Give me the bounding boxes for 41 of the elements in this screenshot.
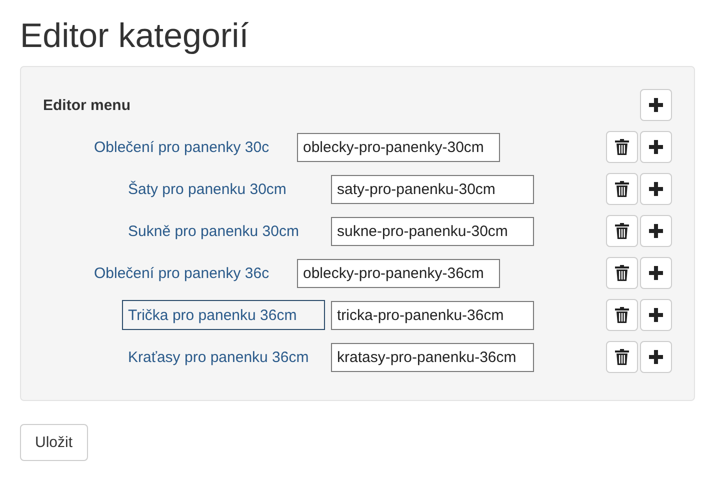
slug-field[interactable]: kratasy-pro-panenku-36cm	[331, 342, 534, 372]
category-name-field[interactable]: Trička pro panenku 36cm	[122, 300, 325, 330]
add-button[interactable]	[640, 257, 672, 289]
plus-icon	[648, 307, 664, 323]
category-name-field[interactable]: Kraťasy pro panenku 36cm	[122, 342, 325, 372]
category-name-field[interactable]: Oblečení pro panenky 30c	[88, 132, 291, 162]
add-button[interactable]	[640, 341, 672, 373]
delete-button[interactable]	[606, 173, 638, 205]
category-name-field[interactable]: Sukně pro panenku 30cm	[122, 216, 325, 246]
plus-icon	[648, 349, 664, 365]
plus-icon	[648, 223, 664, 239]
add-button[interactable]	[640, 89, 672, 121]
trash-icon	[615, 265, 629, 281]
add-button[interactable]	[640, 173, 672, 205]
delete-button[interactable]	[606, 299, 638, 331]
slug-field[interactable]: oblecky-pro-panenky-36cm	[297, 258, 500, 288]
delete-button[interactable]	[606, 215, 638, 247]
delete-button[interactable]	[606, 341, 638, 373]
trash-icon	[615, 223, 629, 239]
save-button[interactable]: Uložit	[20, 424, 88, 461]
category-name-field[interactable]: Šaty pro panenku 30cm	[122, 174, 325, 204]
category-name-field[interactable]: Oblečení pro panenky 36c	[88, 258, 291, 288]
slug-field[interactable]: tricka-pro-panenku-36cm	[331, 300, 534, 330]
slug-field[interactable]: oblecky-pro-panenky-30cm	[297, 132, 500, 162]
slug-field[interactable]: sukne-pro-panenku-30cm	[331, 216, 534, 246]
trash-icon	[615, 307, 629, 323]
slug-field[interactable]: saty-pro-panenku-30cm	[331, 174, 534, 204]
panel-heading: Editor menu	[43, 96, 131, 114]
delete-button[interactable]	[606, 131, 638, 163]
page-title: Editor kategorií	[20, 16, 250, 57]
trash-icon	[615, 181, 629, 197]
delete-button[interactable]	[606, 257, 638, 289]
plus-icon	[648, 181, 664, 197]
plus-icon	[648, 265, 664, 281]
add-button[interactable]	[640, 131, 672, 163]
plus-icon	[648, 139, 664, 155]
trash-icon	[615, 349, 629, 365]
add-button[interactable]	[640, 215, 672, 247]
add-button[interactable]	[640, 299, 672, 331]
trash-icon	[615, 139, 629, 155]
plus-icon	[648, 97, 664, 113]
